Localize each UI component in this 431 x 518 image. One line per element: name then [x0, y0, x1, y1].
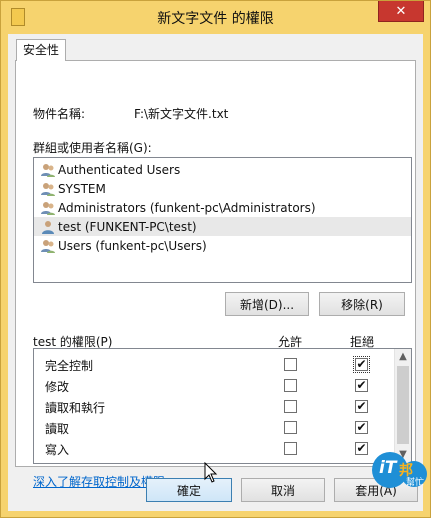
user-icon	[42, 220, 54, 234]
permission-name: 讀取	[45, 422, 70, 436]
list-item-system[interactable]: SYSTEM	[34, 179, 411, 198]
permission-name: 讀取和執行	[45, 401, 106, 415]
list-item-label: SYSTEM	[58, 181, 106, 196]
permission-name: 修改	[45, 380, 70, 394]
table-row: 讀取 ✔	[34, 417, 394, 438]
scroll-up-icon[interactable]: ▲	[395, 349, 411, 365]
table-row: 完全控制 ✔	[34, 354, 394, 375]
deny-checkbox[interactable]: ✔	[355, 421, 368, 434]
ok-button[interactable]: 確定	[146, 478, 232, 502]
scroll-thumb[interactable]	[397, 366, 409, 444]
remove-button[interactable]: 移除(R)	[319, 292, 405, 316]
allow-checkbox[interactable]	[284, 379, 297, 392]
table-row: 讀取和執行 ✔	[34, 396, 394, 417]
users-group-icon	[41, 239, 55, 253]
permission-name: 完全控制	[45, 359, 94, 373]
title-bar[interactable]: 新文字文件 的權限 ✕	[1, 1, 430, 34]
allow-checkbox[interactable]	[284, 400, 297, 413]
list-item-administrators[interactable]: Administrators (funkent-pc\Administrator…	[34, 198, 411, 217]
list-item-label: Users (funkent-pc\Users)	[58, 238, 207, 253]
table-row: 修改 ✔	[34, 375, 394, 396]
list-item-authenticated-users[interactable]: Authenticated Users	[34, 160, 411, 179]
deny-checkbox[interactable]: ✔	[353, 356, 370, 373]
list-item-label: Authenticated Users	[58, 162, 181, 177]
window-title: 新文字文件 的權限	[157, 11, 274, 27]
deny-checkbox[interactable]: ✔	[355, 400, 368, 413]
ithome-watermark-logo: iT 邦 幫忙	[370, 450, 428, 490]
list-item-users[interactable]: Users (funkent-pc\Users)	[34, 236, 411, 255]
add-button[interactable]: 新增(D)...	[225, 292, 309, 316]
cancel-button[interactable]: 取消	[241, 478, 325, 502]
table-row: 寫入 ✔	[34, 438, 394, 459]
groups-list[interactable]: Authenticated Users SYSTEM Administrator…	[33, 157, 412, 283]
permission-name: 寫入	[45, 443, 70, 457]
list-item-test[interactable]: test (FUNKENT-PC\test)	[34, 217, 411, 236]
allow-checkbox[interactable]	[284, 358, 297, 371]
tab-security[interactable]: 安全性	[16, 39, 66, 61]
watermark-tag: 幫忙	[406, 478, 425, 488]
permissions-table: 完全控制 ✔ 修改 ✔ 讀取和執行 ✔ 讀取 ✔ 寫入 ✔ ▲ ▼	[33, 348, 412, 464]
object-name-value: F:\新文字文件.txt	[134, 107, 229, 121]
mouse-cursor-icon	[204, 462, 218, 483]
users-group-icon	[41, 201, 55, 215]
users-group-icon	[41, 163, 55, 177]
list-item-label: Administrators (funkent-pc\Administrator…	[58, 200, 316, 215]
deny-checkbox[interactable]: ✔	[355, 442, 368, 455]
object-name-label: 物件名稱:	[33, 107, 86, 121]
deny-checkbox[interactable]: ✔	[355, 379, 368, 392]
allow-checkbox[interactable]	[284, 442, 297, 455]
dialog-body: 安全性 物件名稱: F:\新文字文件.txt 群組或使用者名稱(G): Auth…	[8, 34, 423, 511]
list-item-label: test (FUNKENT-PC\test)	[58, 219, 197, 234]
users-group-icon	[41, 182, 55, 196]
watermark-brand: iT	[379, 458, 397, 478]
close-button[interactable]: ✕	[378, 1, 424, 22]
permissions-dialog: 新文字文件 的權限 ✕ 安全性 物件名稱: F:\新文字文件.txt 群組或使用…	[0, 0, 431, 518]
vertical-scrollbar[interactable]: ▲ ▼	[394, 349, 411, 463]
security-panel: 物件名稱: F:\新文字文件.txt 群組或使用者名稱(G): Authenti…	[15, 60, 416, 489]
allow-checkbox[interactable]	[284, 421, 297, 434]
groups-label: 群組或使用者名稱(G):	[33, 141, 152, 155]
